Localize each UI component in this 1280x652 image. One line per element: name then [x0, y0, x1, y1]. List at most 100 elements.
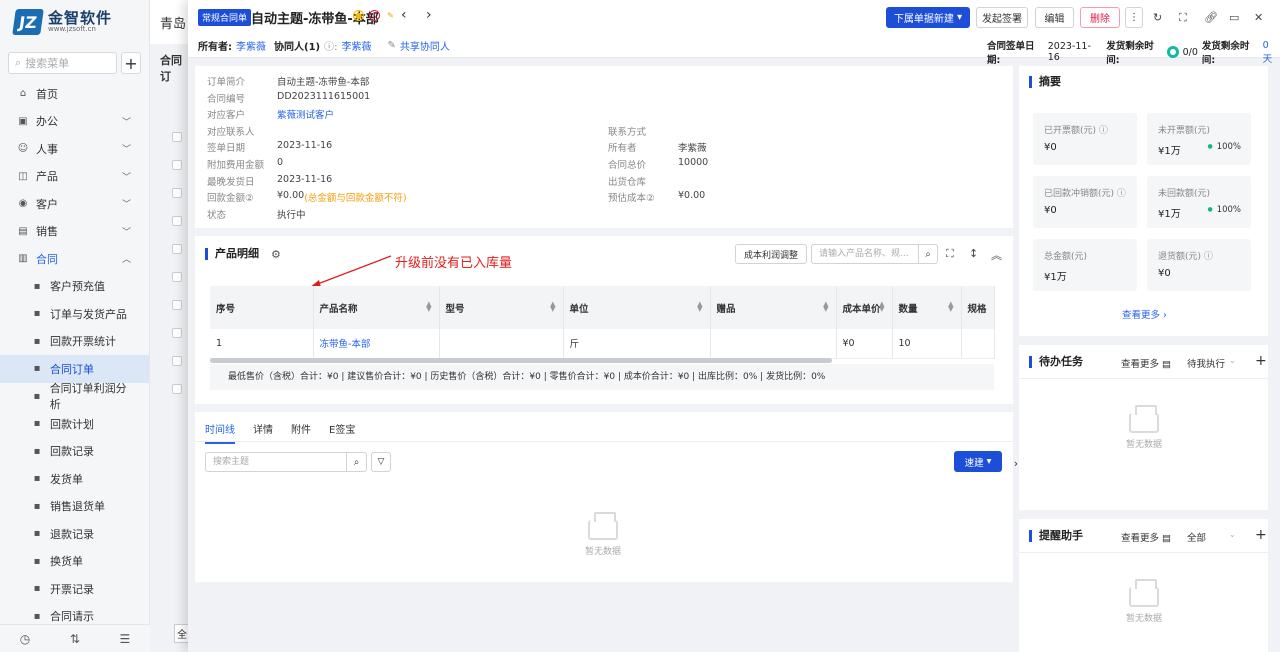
sidebar-subitem-11[interactable]: ▪ 开票记录	[0, 575, 149, 603]
table-cell[interactable]: 冻带鱼-本部	[313, 329, 440, 359]
background-title: 青岛	[160, 17, 187, 32]
column-header[interactable]: 成本单价 ▲ ▼	[836, 286, 893, 329]
row-checkbox[interactable]	[172, 272, 182, 282]
sidebar-subitem-4[interactable]: ▪ 合同订单利润分析	[0, 382, 149, 411]
owner-link[interactable]: 李紫薇	[236, 38, 266, 53]
sidebar-subitem-9[interactable]: ▪ 退款记录	[0, 520, 149, 548]
expand-icon[interactable]: ⛶	[946, 247, 954, 261]
chevron-down-icon[interactable]: ⌄	[1229, 356, 1236, 365]
row-checkbox[interactable]	[172, 132, 182, 142]
search-icon[interactable]: ⌕	[346, 452, 367, 472]
edit-button[interactable]: 编辑	[1035, 7, 1074, 28]
info-value[interactable]: 紫薇测试客户	[277, 107, 334, 121]
reminder-view-more[interactable]: 查看更多 ▤	[1121, 530, 1171, 544]
fullscreen-icon[interactable]: ⛶	[1179, 11, 1187, 25]
menu-item-icon: ▪	[33, 280, 41, 292]
todo-filter-select[interactable]: 待我执行	[1187, 356, 1225, 370]
row-checkbox[interactable]	[172, 328, 182, 338]
collapse-menu-icon[interactable]: ☰	[119, 632, 130, 646]
sort-icon[interactable]: ▲ ▼	[697, 301, 702, 313]
column-header[interactable]: 规格	[961, 286, 995, 329]
product-totals: 最低售价（含税）合计：¥0 | 建议售价合计：¥0 | 历史售价（含税）合计：¥…	[210, 364, 994, 390]
sidebar-item-1[interactable]: ▣ 办公 ﹀	[0, 108, 149, 136]
column-header[interactable]: 数量 ▲ ▼	[892, 286, 962, 329]
collab-link[interactable]: 李紫薇	[341, 38, 371, 53]
sort-icon[interactable]: ▲ ▼	[948, 301, 953, 313]
row-checkbox[interactable]	[172, 160, 182, 170]
view-more-link[interactable]: 查看更多 ›	[1122, 307, 1167, 321]
row-checkbox[interactable]	[172, 384, 182, 394]
column-header[interactable]: 单位 ▲ ▼	[563, 286, 711, 329]
sidebar-item-5[interactable]: ▤ 销售 ﹀	[0, 218, 149, 246]
row-checkbox[interactable]	[172, 300, 182, 310]
quick-create-button[interactable]: 速建 ▾	[954, 451, 1002, 472]
row-checkbox[interactable]	[172, 356, 182, 366]
search-icon[interactable]: ⌕	[918, 244, 938, 264]
link-icon[interactable]: 🔗︎	[1204, 11, 1218, 24]
share-collab-link[interactable]: 共享协同人	[400, 38, 450, 53]
initiate-sign-button[interactable]: 发起签署	[976, 7, 1028, 28]
timeline-search-input[interactable]: 搜索主题	[205, 452, 347, 472]
sidebar-subitem-2[interactable]: ▪ 回款开票统计	[0, 328, 149, 356]
stat-label: 总金额(元)	[1044, 252, 1088, 262]
todo-view-more[interactable]: 查看更多 ▤	[1121, 356, 1171, 370]
sidebar-subitem-7[interactable]: ▪ 发货单	[0, 465, 149, 493]
sort-icon[interactable]: ⇅	[70, 632, 80, 646]
note-icon[interactable]: ✎	[385, 10, 396, 21]
sidebar-item-3[interactable]: ◫ 产品 ﹀	[0, 163, 149, 191]
horizontal-scrollbar[interactable]	[210, 358, 832, 363]
add-menu-button[interactable]: +	[121, 52, 141, 74]
sort-icon[interactable]: ▲ ▼	[879, 301, 884, 313]
chevron-down-icon[interactable]: ⌄	[1229, 530, 1236, 539]
row-checkbox[interactable]	[172, 188, 182, 198]
prev-record-icon[interactable]: ‹	[401, 7, 407, 23]
sidebar-subitem-8[interactable]: ▪ 销售退货单	[0, 493, 149, 521]
new-sub-document-button[interactable]: 下属单据新建 ▾	[886, 7, 970, 28]
ship-progress: 0/0	[1182, 46, 1198, 58]
sidebar-subitem-0[interactable]: ▪ 客户预充值	[0, 273, 149, 301]
sidebar-subitem-5[interactable]: ▪ 回款计划	[0, 410, 149, 438]
add-todo-icon[interactable]: +	[1255, 353, 1267, 369]
row-height-icon[interactable]: ↕	[969, 247, 978, 260]
reminder-filter-select[interactable]: 全部	[1187, 530, 1206, 544]
row-checkbox[interactable]	[172, 244, 182, 254]
product-search-input[interactable]: 请输入产品名称、规...	[811, 244, 919, 264]
sidebar-item-0[interactable]: ⌂ 首页	[0, 80, 149, 108]
column-header[interactable]: 型号 ▲ ▼	[439, 286, 564, 329]
info-row: 状态 执行中	[207, 207, 306, 221]
column-header[interactable]: 赠品 ▲ ▼	[710, 286, 837, 329]
sidebar-subitem-6[interactable]: ▪ 回款记录	[0, 438, 149, 466]
cost-profit-adjust-button[interactable]: 成本利润调整	[735, 244, 807, 264]
row-checkbox[interactable]	[172, 216, 182, 226]
column-header[interactable]: 序号	[210, 286, 314, 329]
chevron-up-icon: ︿	[121, 255, 131, 266]
more-actions-button[interactable]: ⋮	[1125, 7, 1143, 28]
gear-icon[interactable]: ⚙	[271, 248, 281, 261]
sidebar-subitem-10[interactable]: ▪ 换货单	[0, 548, 149, 576]
sidebar-item-4[interactable]: ◉ 客户 ﹀	[0, 190, 149, 218]
close-icon[interactable]: ✕	[1254, 11, 1263, 24]
sort-icon[interactable]: ▲ ▼	[823, 301, 828, 313]
next-record-icon[interactable]: ›	[426, 7, 432, 23]
history-icon[interactable]: ◷	[20, 632, 30, 646]
sidebar-subitem-1[interactable]: ▪ 订单与发货产品	[0, 300, 149, 328]
menu-item-icon: ▪	[33, 583, 41, 595]
info-row: 签单日期 2023-11-16	[207, 140, 332, 154]
filter-icon[interactable]: ▽	[371, 452, 391, 472]
info-row: 所有者 李紫薇	[608, 140, 707, 154]
collapse-up-icon[interactable]: ︽	[991, 247, 1002, 263]
layout-icon[interactable]: ▭	[1229, 11, 1239, 24]
sidebar-item-6[interactable]: ▥ 合同 ︿	[0, 245, 149, 273]
sort-icon[interactable]: ▲ ▼	[550, 301, 555, 313]
refresh-icon[interactable]: ↻	[1153, 11, 1162, 24]
sidebar-item-2[interactable]: ☺ 人事 ﹀	[0, 135, 149, 163]
sort-icon[interactable]: ▲ ▼	[426, 301, 431, 313]
column-header[interactable]: 产品名称 ▲ ▼	[313, 286, 440, 329]
menu-search-input[interactable]: ⌕ 搜索菜单	[8, 52, 117, 74]
add-reminder-icon[interactable]: +	[1255, 527, 1267, 543]
star-icon[interactable]: ●	[353, 10, 364, 21]
info-key: 合同总价	[608, 160, 647, 171]
alert-icon[interactable]: !	[369, 10, 380, 21]
sidebar-subitem-3[interactable]: ▪ 合同订单	[0, 355, 149, 383]
delete-button[interactable]: 删除	[1080, 7, 1120, 28]
